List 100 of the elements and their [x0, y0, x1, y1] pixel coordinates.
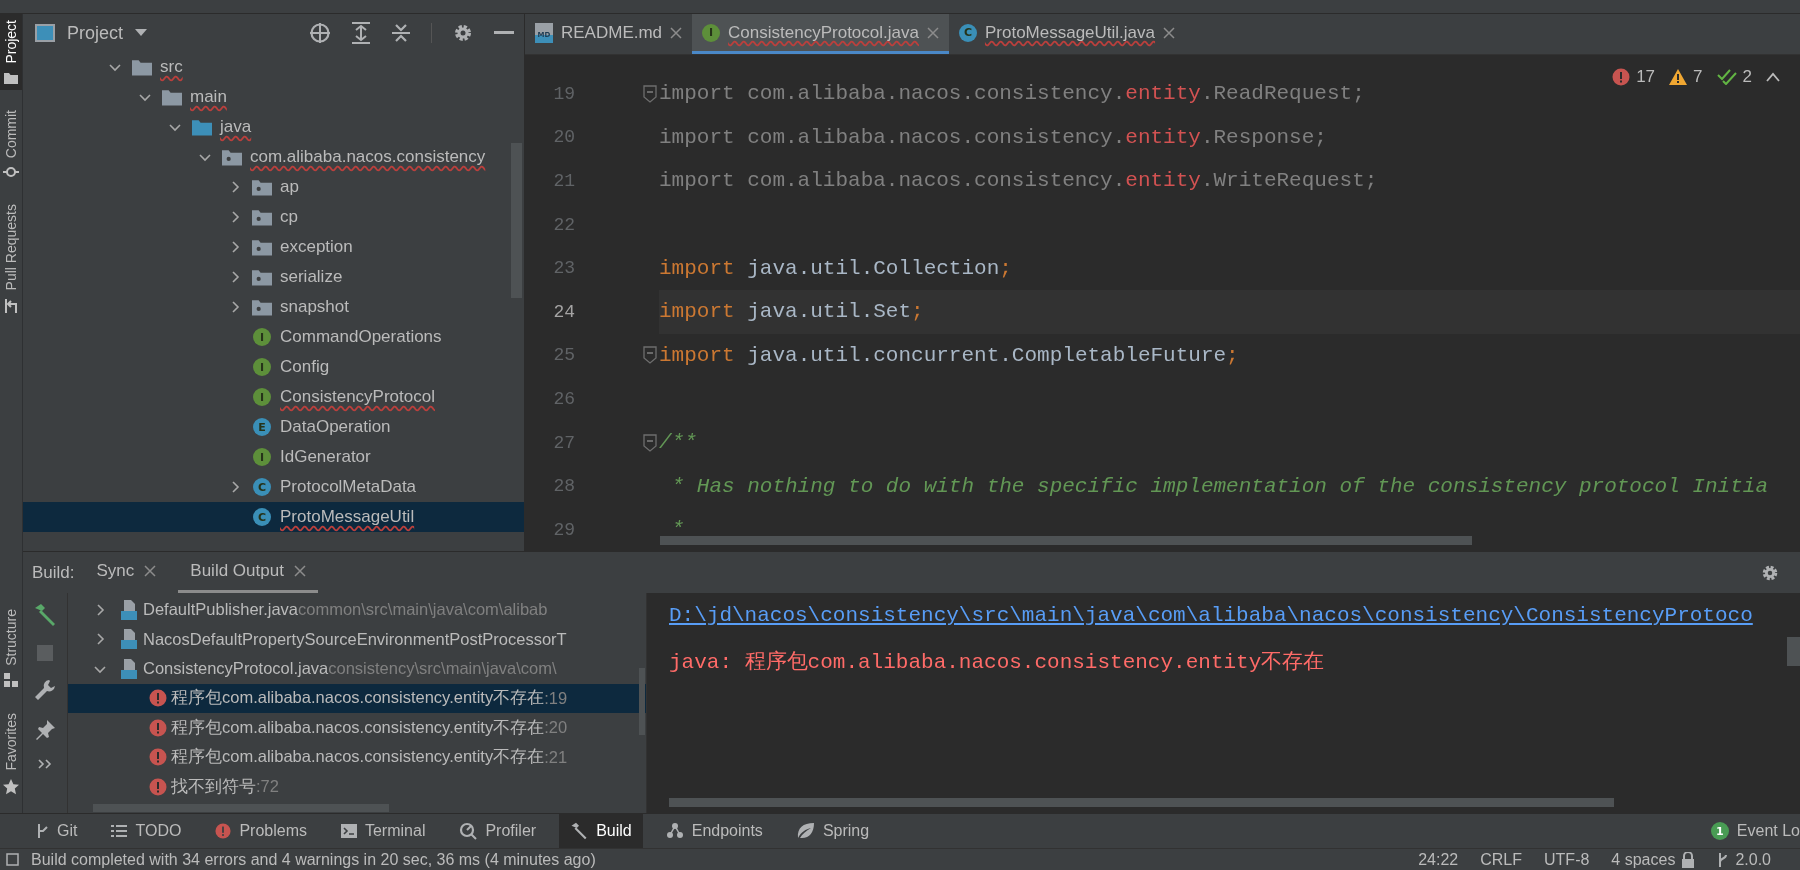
tool-window-tab[interactable]: Favorites — [0, 707, 22, 801]
indent-setting[interactable]: 4 spaces — [1611, 850, 1696, 869]
tree-item[interactable]: E DataOperation — [23, 412, 524, 442]
tree-item[interactable]: 程序包com.alibaba.nacos.consistency.entity不存在:21 — [68, 742, 646, 772]
wrench-icon[interactable] — [34, 679, 56, 701]
scrollbar[interactable] — [669, 798, 1614, 807]
tree-item[interactable]: src — [23, 52, 524, 82]
fold-icon[interactable] — [643, 346, 657, 365]
scrollbar[interactable] — [660, 536, 1472, 545]
interface-icon: I — [253, 328, 271, 346]
tree-item[interactable]: I Config — [23, 352, 524, 382]
git-branch[interactable]: 2.0.0 — [1717, 850, 1771, 869]
hammer-icon — [570, 822, 589, 840]
tree-item[interactable]: I IdGenerator — [23, 442, 524, 472]
square-icon[interactable] — [6, 853, 19, 866]
fold-icon[interactable] — [643, 84, 657, 103]
tree-item[interactable]: C ProtocolMetaData — [23, 472, 524, 502]
tree-item[interactable]: exception — [23, 232, 524, 262]
tree-item[interactable]: com.alibaba.nacos.consistency — [23, 142, 524, 172]
tree-item[interactable]: cp — [23, 202, 524, 232]
tree-item[interactable]: snapshot — [23, 292, 524, 322]
line-separator[interactable]: CRLF — [1480, 850, 1523, 869]
package-icon — [252, 238, 272, 256]
branch-icon — [35, 823, 49, 839]
close-icon[interactable] — [144, 565, 157, 577]
close-icon[interactable] — [670, 26, 683, 39]
line-reference: :72 — [256, 777, 279, 797]
file-encoding[interactable]: UTF-8 — [1544, 850, 1590, 869]
tree-item[interactable]: ConsistencyProtocol.javaconsistency\src\main\java\com\ — [68, 654, 646, 684]
error-icon — [149, 718, 167, 737]
line-number: 25 — [552, 345, 575, 366]
tree-item[interactable]: 找不到符号:72 — [68, 772, 646, 802]
tool-window-tab[interactable]: Endpoints — [654, 814, 774, 848]
close-icon[interactable] — [293, 565, 306, 577]
code-line: * — [670, 518, 685, 542]
tool-window-tab[interactable]: Spring — [785, 814, 881, 848]
tree-item[interactable]: C ProtoMessageUtil — [23, 502, 524, 532]
hammer-icon[interactable] — [33, 603, 57, 627]
editor-tab[interactable]: I ConsistencyProtocol.java — [692, 14, 949, 54]
file-path: common\src\main\java\com\alibab — [298, 600, 548, 620]
scrollbar[interactable] — [93, 804, 389, 812]
caret-position[interactable]: 24:22 — [1418, 850, 1459, 869]
tree-item[interactable]: I CommandOperations — [23, 322, 524, 352]
tree-item[interactable]: 程序包com.alibaba.nacos.consistency.entity不存在:19 — [68, 683, 646, 713]
line-number: 19 — [552, 83, 575, 104]
interface-icon: I — [253, 448, 271, 466]
tool-window-tab[interactable]: Commit — [0, 103, 22, 184]
line-number: 26 — [552, 388, 575, 409]
tool-window-tab[interactable]: 1 Event Lo — [1699, 814, 1800, 848]
class-icon: C — [253, 478, 271, 496]
package-icon — [252, 208, 272, 226]
code-line: import com.alibaba.nacos.consistency.entity.Response; — [659, 125, 1327, 149]
locate-icon[interactable] — [309, 22, 331, 44]
java-file-icon — [119, 657, 139, 680]
fold-icon[interactable] — [643, 433, 657, 452]
line-number: 28 — [552, 476, 575, 497]
tree-item[interactable]: I ConsistencyProtocol — [23, 382, 524, 412]
close-icon[interactable] — [926, 26, 939, 39]
tool-window-tab[interactable]: Problems — [204, 814, 318, 848]
tree-item[interactable]: serialize — [23, 262, 524, 292]
tree-item[interactable]: 程序包com.alibaba.nacos.consistency.entity不存在:20 — [68, 713, 646, 743]
status-message: Build completed with 34 errors and 4 warnings in 20 sec, 36 ms (4 minutes ago) — [31, 850, 596, 869]
tab[interactable]: Sync — [84, 552, 169, 593]
tool-window-tab[interactable]: Structure — [0, 602, 22, 694]
file-link[interactable]: D:\jd\nacos\consistency\src\main\java\com\alibaba\nacos\consistency\ConsistencyProtoco — [669, 604, 1753, 627]
editor-tab[interactable]: C ProtoMessageUtil.java — [948, 14, 1186, 54]
code-line: * Has nothing to do with the specific implementation of the consistency protocol Initia — [670, 474, 1768, 498]
panel-label: Build: — [32, 562, 75, 583]
code-line: import java.util.Collection; — [659, 256, 1012, 280]
tool-window-tab[interactable]: Profiler — [448, 814, 548, 848]
chevron-up-icon[interactable] — [1766, 72, 1780, 82]
minimize-icon[interactable] — [494, 31, 514, 35]
tree-item[interactable]: NacosDefaultPropertySourceEnvironmentPostProcessorT — [68, 624, 646, 654]
file-path: consistency\src\main\java\com\ — [328, 659, 557, 679]
settings-icon[interactable] — [452, 22, 474, 44]
tab[interactable]: Build Output — [178, 552, 318, 593]
tree-item[interactable]: ap — [23, 172, 524, 202]
tool-window-tab[interactable]: Pull Requests — [0, 197, 22, 321]
expand-all-icon[interactable] — [351, 22, 371, 44]
error-message: java: 程序包com.alibaba.nacos.consistency.entity不存在 — [669, 649, 1325, 675]
tree-item[interactable]: java — [23, 112, 524, 142]
class-icon: C — [253, 508, 271, 526]
scrollbar[interactable] — [639, 668, 645, 735]
close-icon[interactable] — [1163, 26, 1176, 39]
leaf-icon — [796, 823, 815, 839]
scrollbar[interactable] — [1787, 637, 1800, 666]
tool-window-tab[interactable]: Git — [24, 814, 89, 848]
count-badge: 1 — [1710, 822, 1729, 840]
tool-window-tab[interactable]: TODO — [100, 814, 193, 848]
folder-icon — [4, 71, 18, 84]
pin-icon[interactable] — [34, 719, 56, 741]
view-dropdown[interactable]: Project — [35, 22, 148, 44]
collapse-all-icon[interactable] — [391, 22, 411, 44]
tree-item[interactable]: main — [23, 82, 524, 112]
tree-item[interactable]: DefaultPublisher.javacommon\src\main\java\com\alibab — [68, 595, 646, 625]
double-chevron-icon[interactable] — [38, 759, 52, 769]
tool-window-tab[interactable]: Build — [559, 814, 643, 848]
tool-window-tab[interactable]: Terminal — [329, 814, 437, 848]
tool-window-tab[interactable]: Project — [0, 14, 22, 90]
structure-icon — [4, 673, 18, 688]
